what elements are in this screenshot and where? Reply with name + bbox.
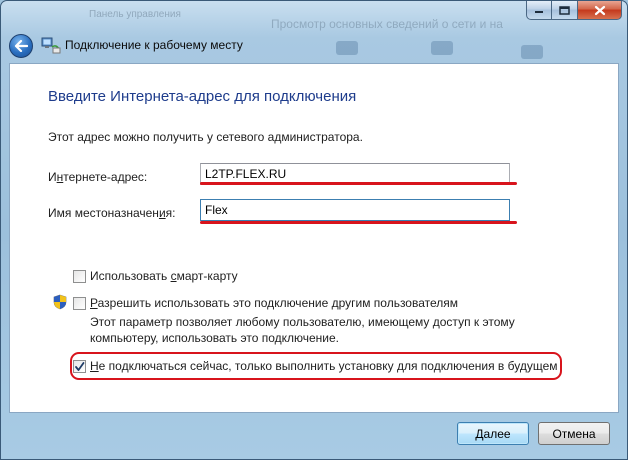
- smartcard-checkbox[interactable]: [73, 270, 86, 283]
- background-blur: [336, 41, 358, 55]
- smartcard-label[interactable]: Использовать смарт-карту: [90, 269, 238, 283]
- arrow-left-icon: [14, 40, 28, 52]
- destination-label: Имя местоназначения:: [48, 206, 176, 220]
- destination-name-input[interactable]: [200, 199, 510, 221]
- close-button[interactable]: [578, 1, 622, 20]
- allow-others-label[interactable]: Разрешить использовать это подключение д…: [90, 296, 458, 310]
- maximize-button[interactable]: [552, 1, 578, 20]
- maximize-icon: [559, 5, 570, 15]
- next-button[interactable]: Далее: [457, 422, 529, 445]
- minimize-button[interactable]: [526, 1, 552, 20]
- cancel-button[interactable]: Отмена: [538, 422, 610, 445]
- background-window-text: Просмотр основных сведений о сети и на: [271, 17, 503, 31]
- allow-others-checkbox[interactable]: [73, 297, 86, 310]
- wizard-page: Введите Интернета-адрес для подключения …: [9, 63, 619, 413]
- close-icon: [594, 5, 605, 15]
- checkmark-icon: [75, 362, 85, 371]
- window-title: Подключение к рабочему месту: [65, 38, 243, 52]
- minimize-icon: [535, 11, 543, 13]
- background-window-text: Панель управления: [89, 9, 181, 20]
- page-heading: Введите Интернета-адрес для подключения: [48, 88, 357, 105]
- uac-shield-icon: [53, 294, 67, 310]
- highlight-underline: [200, 221, 517, 224]
- address-label: Интернете-адрес:: [48, 170, 148, 184]
- back-button[interactable]: [9, 34, 33, 58]
- dont-connect-label[interactable]: Не подключаться сейчас, только выполнить…: [90, 359, 558, 373]
- page-description: Этот адрес можно получить у сетевого адм…: [48, 130, 363, 144]
- dont-connect-checkbox[interactable]: [73, 360, 86, 373]
- caption-buttons: [526, 1, 622, 20]
- background-blur: [521, 45, 543, 59]
- allow-others-note: Этот параметр позволяет любому пользоват…: [90, 315, 515, 345]
- background-blur: [431, 41, 453, 55]
- network-connection-icon: [41, 37, 61, 54]
- highlight-underline: [200, 182, 517, 185]
- window-frame: Панель управления Просмотр основных свед…: [0, 0, 628, 460]
